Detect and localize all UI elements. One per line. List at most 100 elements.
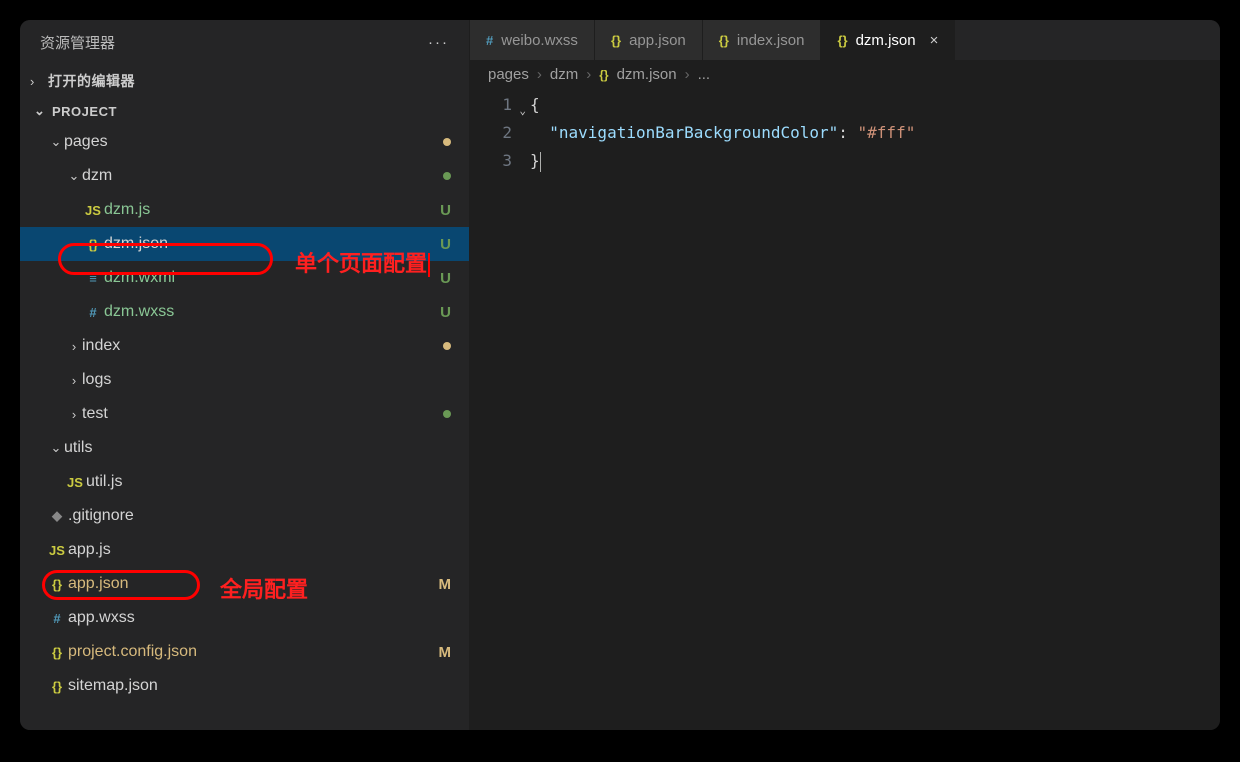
wxss-icon: # (82, 305, 104, 320)
chevron-right-icon: › (586, 66, 591, 83)
file-gitignore[interactable]: ◆ .gitignore (20, 499, 469, 533)
more-icon[interactable]: ··· (428, 34, 449, 51)
folder-logs[interactable]: › logs (20, 363, 469, 397)
folder-index[interactable]: › index (20, 329, 469, 363)
file-project-config[interactable]: {} project.config.json M (20, 635, 469, 669)
file-dzm-js[interactable]: JS dzm.js U (20, 193, 469, 227)
close-icon[interactable]: × (930, 32, 939, 49)
gutter: 1 ⌄ 2 3 (470, 91, 530, 175)
gitignore-icon: ◆ (46, 508, 68, 524)
code-editor[interactable]: 1 ⌄ 2 3 { "navigationBarBackgroundColor":… (470, 89, 1220, 175)
chevron-right-icon: › (66, 339, 82, 354)
json-value: "#fff" (858, 123, 916, 142)
wxss-icon: # (486, 33, 493, 48)
breadcrumb[interactable]: pages › dzm › {} dzm.json › ... (470, 60, 1220, 89)
folder-pages[interactable]: ⌄ pages (20, 125, 469, 159)
folder-name: pages (64, 133, 108, 151)
tab-label: app.json (629, 32, 686, 49)
folder-test[interactable]: › test (20, 397, 469, 431)
wxss-icon: # (46, 611, 68, 626)
tab-bar: # weibo.wxss {} app.json {} index.json {… (470, 20, 1220, 60)
file-app-wxss[interactable]: # app.wxss (20, 601, 469, 635)
open-editors-section[interactable]: › 打开的编辑器 (20, 65, 469, 97)
json-icon: {} (837, 33, 847, 48)
tab-label: weibo.wxss (501, 32, 578, 49)
file-name: app.js (68, 541, 111, 559)
folder-name: utils (64, 439, 92, 457)
chevron-down-icon: ⌄ (48, 134, 64, 150)
chevron-down-icon: ⌄ (34, 103, 52, 119)
file-name: dzm.wxml (104, 269, 175, 287)
file-tree: ⌄ pages ⌄ dzm JS dzm.js U {} dzm.json (20, 125, 469, 730)
json-icon: {} (46, 679, 68, 694)
file-name: dzm.wxss (104, 303, 174, 321)
chevron-right-icon: › (537, 66, 542, 83)
explorer-header: 资源管理器 ··· (20, 20, 469, 65)
tab-weibo-wxss[interactable]: # weibo.wxss (470, 20, 595, 60)
chevron-right-icon: › (66, 373, 82, 388)
chevron-down-icon: ⌄ (48, 440, 64, 456)
crumb[interactable]: dzm (550, 66, 578, 83)
json-icon: {} (599, 68, 608, 82)
js-icon: JS (46, 543, 68, 558)
explorer-title: 资源管理器 (40, 32, 115, 53)
chevron-right-icon: › (66, 407, 82, 422)
brace-close: } (530, 151, 540, 170)
json-icon: {} (46, 577, 68, 592)
git-status: U (440, 270, 451, 287)
file-app-json[interactable]: {} app.json M (20, 567, 469, 601)
json-key: "navigationBarBackgroundColor" (549, 123, 838, 142)
js-icon: JS (82, 203, 104, 218)
git-status: U (440, 236, 451, 253)
code-body[interactable]: { "navigationBarBackgroundColor": "#fff"… (530, 91, 915, 175)
json-icon: {} (46, 645, 68, 660)
folder-dzm[interactable]: ⌄ dzm (20, 159, 469, 193)
editor-area: # weibo.wxss {} app.json {} index.json {… (470, 20, 1220, 730)
open-editors-label: 打开的编辑器 (48, 71, 135, 91)
folder-utils[interactable]: ⌄ utils (20, 431, 469, 465)
fold-icon[interactable]: ⌄ (519, 97, 526, 125)
crumb[interactable]: ... (698, 66, 711, 83)
file-app-js[interactable]: JS app.js (20, 533, 469, 567)
project-label: PROJECT (52, 104, 117, 119)
crumb[interactable]: dzm.json (617, 66, 677, 83)
file-name: .gitignore (68, 507, 134, 525)
editor-window: 资源管理器 ··· › 打开的编辑器 ⌄ PROJECT ⌄ pages ⌄ d… (20, 20, 1220, 730)
tab-dzm-json[interactable]: {} dzm.json × (821, 20, 955, 60)
git-dot-icon (443, 138, 451, 146)
file-sitemap[interactable]: {} sitemap.json (20, 669, 469, 703)
wxml-icon: ≡ (82, 271, 104, 286)
folder-name: test (82, 405, 108, 423)
git-status: U (440, 202, 451, 219)
tab-app-json[interactable]: {} app.json (595, 20, 703, 60)
file-name: dzm.js (104, 201, 150, 219)
chevron-right-icon: › (30, 74, 48, 89)
folder-name: index (82, 337, 120, 355)
tab-label: dzm.json (856, 32, 916, 49)
file-name: app.wxss (68, 609, 135, 627)
file-name: sitemap.json (68, 677, 158, 695)
line-number: 1 (502, 95, 512, 114)
git-dot-icon (443, 342, 451, 350)
file-name: app.json (68, 575, 129, 593)
chevron-down-icon: ⌄ (66, 168, 82, 184)
text-cursor (540, 152, 541, 172)
git-dot-icon (443, 172, 451, 180)
tab-index-json[interactable]: {} index.json (703, 20, 822, 60)
file-dzm-wxss[interactable]: # dzm.wxss U (20, 295, 469, 329)
file-util-js[interactable]: JS util.js (20, 465, 469, 499)
line-number: 2 (502, 123, 512, 142)
git-status: M (439, 644, 452, 661)
crumb[interactable]: pages (488, 66, 529, 83)
git-dot-icon (443, 410, 451, 418)
json-icon: {} (611, 33, 621, 48)
file-name: dzm.json (104, 235, 168, 253)
js-icon: JS (64, 475, 86, 490)
project-section-header[interactable]: ⌄ PROJECT (20, 97, 469, 125)
file-name: util.js (86, 473, 122, 491)
line-number: 3 (502, 151, 512, 170)
file-name: project.config.json (68, 643, 197, 661)
json-icon: {} (82, 237, 104, 252)
file-dzm-json[interactable]: {} dzm.json U (20, 227, 469, 261)
file-dzm-wxml[interactable]: ≡ dzm.wxml U (20, 261, 469, 295)
